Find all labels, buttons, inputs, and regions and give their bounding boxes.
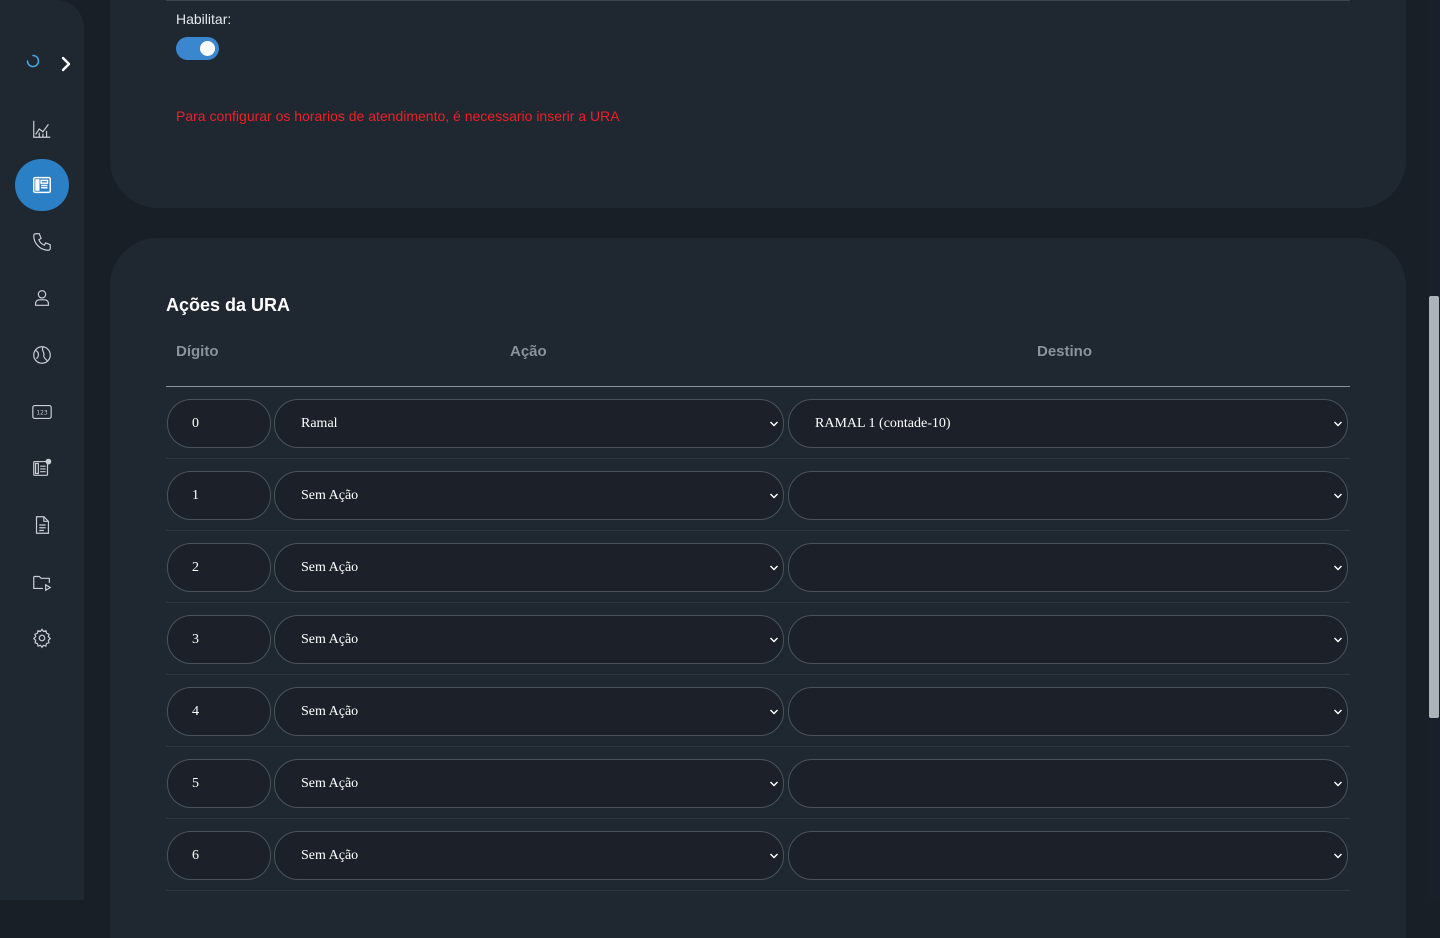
svg-text:123: 123 (36, 409, 48, 416)
sidebar-item-settings[interactable] (15, 612, 69, 664)
digit-value: 6 (192, 847, 199, 863)
destination-select[interactable] (788, 687, 1348, 736)
row-divider (166, 890, 1350, 891)
action-select[interactable]: Sem Ação (274, 615, 784, 664)
phone-book-gear-icon (33, 458, 52, 476)
chevron-down-icon (1334, 565, 1342, 571)
table-row: 6 Sem Ação (166, 819, 1350, 891)
table-row: 2 Sem Ação (166, 531, 1350, 603)
chevron-down-icon (1334, 781, 1342, 787)
action-select[interactable]: Sem Ação (274, 687, 784, 736)
chevron-down-icon (770, 565, 778, 571)
destination-value: RAMAL 1 (contade-10) (815, 415, 951, 431)
digit-value: 2 (192, 559, 199, 575)
digit-input[interactable]: 0 (167, 399, 271, 448)
digit-input[interactable]: 2 (167, 543, 271, 592)
action-select[interactable]: Sem Ação (274, 543, 784, 592)
action-select[interactable]: Sem Ação (274, 759, 784, 808)
chevron-down-icon (770, 493, 778, 499)
numbers-icon: 123 (32, 404, 52, 420)
phone-icon (33, 233, 51, 251)
sidebar-item-users[interactable] (15, 272, 69, 324)
divider (166, 0, 1350, 1)
chevron-down-icon (1334, 709, 1342, 715)
action-value: Sem Ação (301, 631, 359, 647)
digit-value: 1 (192, 487, 199, 503)
section-title: Ações da URA (166, 295, 291, 315)
digit-input[interactable]: 6 (167, 831, 271, 880)
action-select[interactable]: Sem Ação (274, 831, 784, 880)
chevron-right-icon[interactable] (58, 56, 74, 72)
digit-input[interactable]: 5 (167, 759, 271, 808)
document-icon (35, 516, 50, 534)
phone-book-icon (33, 176, 51, 194)
action-select[interactable]: Ramal (274, 399, 784, 448)
chart-icon (33, 120, 51, 138)
action-value: Sem Ação (301, 703, 359, 719)
globe-icon (33, 346, 51, 364)
action-value: Sem Ação (301, 487, 359, 503)
column-header-action: Ação (510, 343, 547, 360)
chevron-down-icon (770, 781, 778, 787)
action-value: Sem Ação (301, 847, 359, 863)
destination-select[interactable] (788, 543, 1348, 592)
action-value: Sem Ação (301, 775, 359, 791)
table-row: 5 Sem Ação (166, 747, 1350, 819)
sidebar-item-calls[interactable] (15, 216, 69, 268)
folder-play-icon (33, 575, 52, 592)
destination-select[interactable]: RAMAL 1 (contade-10) (788, 399, 1348, 448)
digit-input[interactable]: 3 (167, 615, 271, 664)
sidebar-item-numbers[interactable]: 123 (15, 386, 69, 438)
sidebar-header (0, 44, 84, 84)
table-row: 3 Sem Ação (166, 603, 1350, 675)
user-icon (34, 290, 50, 306)
digit-value: 3 (192, 631, 199, 647)
scrollbar[interactable] (1428, 0, 1440, 900)
chevron-down-icon (770, 709, 778, 715)
warning-message: Para configurar os horarios de atendimen… (176, 108, 620, 124)
ura-actions-card: Ações da URA Dígito Ação Destino 0 Ramal… (110, 238, 1406, 938)
enable-card: Habilitar: Para configurar os horarios d… (110, 0, 1406, 208)
destination-select[interactable] (788, 615, 1348, 664)
action-value: Ramal (301, 415, 338, 431)
sidebar-item-media[interactable] (15, 556, 69, 608)
action-value: Sem Ação (301, 559, 359, 575)
loading-logo-icon (26, 54, 40, 68)
sidebar: 123 (0, 0, 84, 900)
table-row: 4 Sem Ação (166, 675, 1350, 747)
digit-input[interactable]: 1 (167, 471, 271, 520)
digit-input[interactable]: 4 (167, 687, 271, 736)
sidebar-item-reports[interactable] (15, 499, 69, 551)
sidebar-item-network[interactable] (15, 329, 69, 381)
gear-icon (32, 628, 52, 649)
digit-value: 0 (192, 415, 199, 431)
column-header-digit: Dígito (176, 343, 219, 360)
chevron-down-icon (770, 421, 778, 427)
destination-select[interactable] (788, 471, 1348, 520)
chevron-down-icon (770, 637, 778, 643)
sidebar-item-ura[interactable] (15, 159, 69, 211)
digit-value: 5 (192, 775, 199, 791)
column-header-destination: Destino (1037, 343, 1093, 360)
chevron-down-icon (770, 853, 778, 859)
chevron-down-icon (1334, 637, 1342, 643)
destination-select[interactable] (788, 831, 1348, 880)
sidebar-item-settings-book[interactable] (15, 442, 69, 494)
destination-select[interactable] (788, 759, 1348, 808)
scrollbar-thumb[interactable] (1429, 296, 1439, 718)
digit-value: 4 (192, 703, 199, 719)
chevron-down-icon (1334, 493, 1342, 499)
enable-label: Habilitar: (176, 11, 232, 27)
sidebar-item-dashboard[interactable] (15, 103, 69, 155)
table-row: 0 Ramal RAMAL 1 (contade-10) (166, 387, 1350, 459)
chevron-down-icon (1334, 421, 1342, 427)
toggle-knob (200, 41, 215, 56)
table-row: 1 Sem Ação (166, 459, 1350, 531)
chevron-down-icon (1334, 853, 1342, 859)
action-select[interactable]: Sem Ação (274, 471, 784, 520)
enable-toggle[interactable] (176, 37, 219, 60)
